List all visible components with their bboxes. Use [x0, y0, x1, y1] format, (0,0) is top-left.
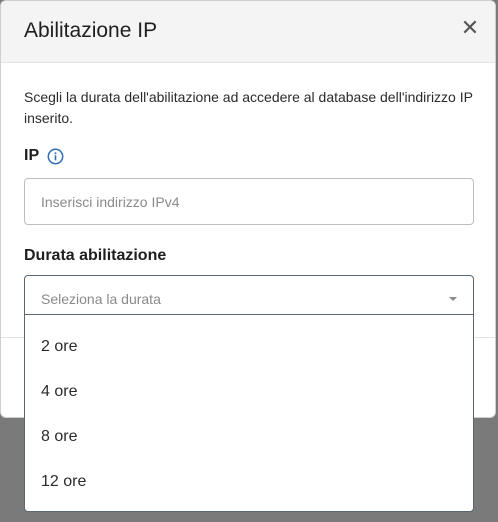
close-icon: ✕: [460, 15, 480, 40]
info-icon[interactable]: [47, 148, 64, 165]
duration-label-row: Durata abilitazione: [24, 245, 472, 267]
caret-down-icon: [449, 296, 457, 301]
duration-option-8h[interactable]: 8 ore: [25, 414, 473, 459]
modal-description: Scegli la durata dell'abilitazione ad ac…: [24, 89, 473, 126]
duration-select-placeholder: Seleziona la durata: [41, 290, 161, 307]
duration-option-12h[interactable]: 12 ore: [25, 459, 473, 504]
duration-option-4h[interactable]: 4 ore: [25, 369, 473, 414]
modal-title: Abilitazione IP: [24, 19, 158, 42]
ip-label: IP: [24, 147, 40, 164]
modal-header: Abilitazione IP ✕: [1, 1, 495, 63]
duration-option-2h[interactable]: 2 ore: [25, 324, 473, 369]
close-button[interactable]: ✕: [459, 17, 481, 39]
modal-body: Scegli la durata dell'abilitazione ad ac…: [1, 63, 495, 322]
ip-input[interactable]: [24, 178, 474, 225]
duration-dropdown-menu: 2 ore 4 ore 8 ore 12 ore: [24, 314, 474, 512]
ip-field-label-row: IP: [24, 145, 472, 167]
duration-label: Durata abilitazione: [24, 247, 167, 264]
